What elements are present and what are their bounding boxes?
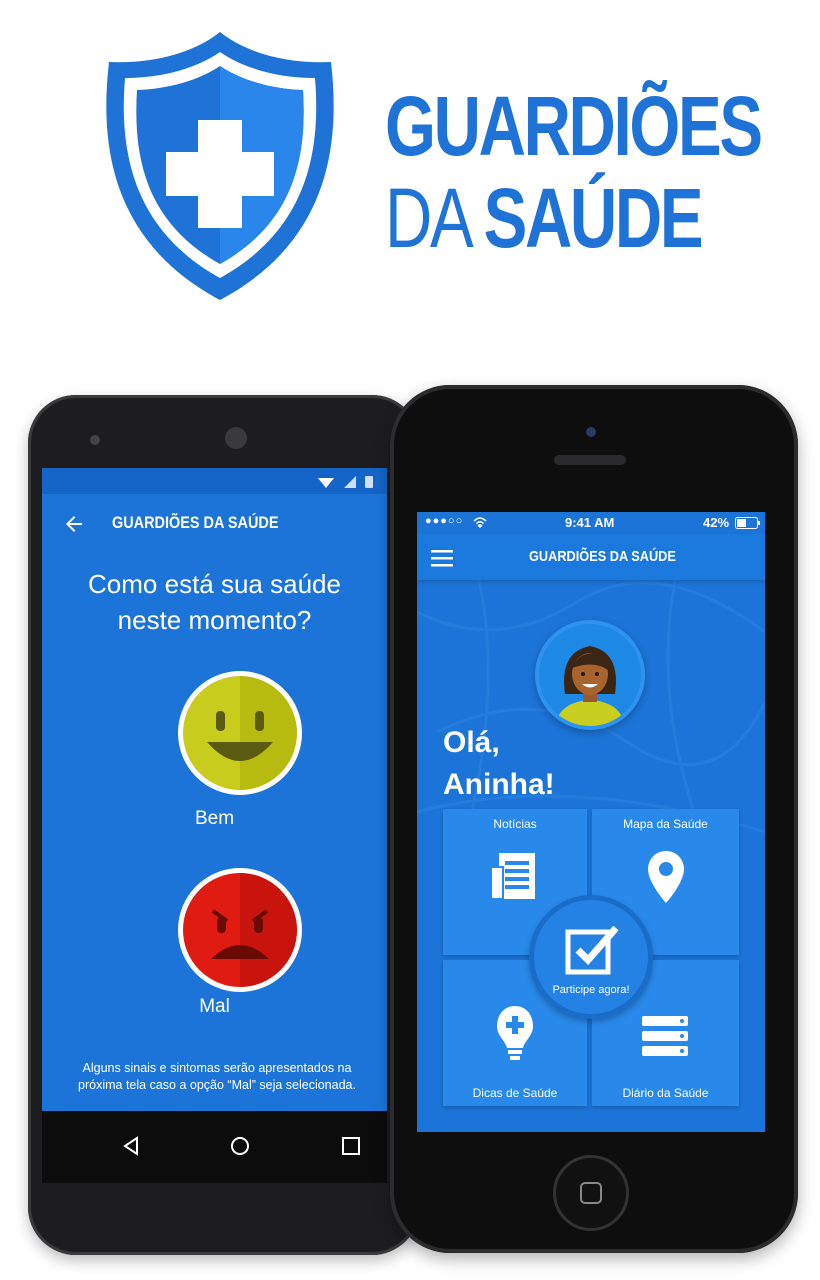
info-note: Alguns sinais e sintomas serão apresenta… [78, 1061, 356, 1092]
status-icons [318, 476, 373, 488]
speaker [225, 427, 247, 449]
wifi-icon [473, 517, 487, 528]
shield-logo-icon [95, 28, 345, 303]
checkbox-check-icon [565, 925, 619, 975]
status-bar [42, 468, 387, 494]
app-title: GUARDIÕES DA SAÚDE [529, 548, 676, 565]
app-bar: GUARDIÕES DA SAÚDE [42, 494, 387, 556]
option-label-good: Bem [194, 808, 235, 829]
map-pin-icon [648, 851, 684, 903]
participate-label: Participe agora! [552, 984, 630, 996]
status-bar: ●●●○○ 9:41 AM 42% [417, 512, 765, 534]
avatar[interactable] [535, 620, 645, 730]
option-label-bad: Mal [199, 996, 230, 1017]
database-icon [642, 1016, 688, 1056]
app-title: GUARDIÕES DA SAÚDE [112, 513, 279, 532]
back-triangle-icon[interactable] [120, 1135, 142, 1157]
participate-button[interactable]: Participe agora! [529, 895, 653, 1019]
health-question: Como está sua saúde neste momento? [88, 569, 341, 635]
earpiece [554, 455, 626, 465]
hamburger-icon[interactable] [431, 549, 453, 567]
home-square-icon [580, 1182, 602, 1204]
iphone-screen: ●●●○○ 9:41 AM 42% GUARDIÕES DA SAÚDE Olá… [417, 512, 765, 1132]
brand-line-1: GUARDIÕES [385, 79, 763, 173]
clock: 9:41 AM [565, 515, 615, 530]
front-camera [90, 435, 100, 445]
greeting: Olá, Aninha! [443, 726, 555, 801]
recents-square-icon[interactable] [340, 1135, 362, 1157]
smiley-sad-icon[interactable] [178, 868, 302, 992]
home-circle-icon[interactable] [229, 1135, 251, 1157]
lightbulb-plus-icon [497, 1006, 533, 1060]
front-camera [586, 427, 596, 437]
app-bar: GUARDIÕES DA SAÚDE [417, 534, 765, 580]
signal-dots: ●●●○○ [425, 515, 464, 527]
android-phone: GUARDIÕES DA SAÚDE Como está sua saúde n… [28, 395, 420, 1255]
iphone: ●●●○○ 9:41 AM 42% GUARDIÕES DA SAÚDE Olá… [390, 385, 798, 1253]
home-button[interactable] [553, 1155, 629, 1231]
android-screen: GUARDIÕES DA SAÚDE Como está sua saúde n… [42, 468, 387, 1183]
navigation-bar [42, 1111, 387, 1183]
smiley-happy-icon[interactable] [178, 671, 302, 795]
brand-line-2: DA SAÚDE [385, 171, 704, 265]
battery-icon [735, 517, 760, 529]
newspaper-icon [490, 853, 535, 900]
battery-percent: 42% [703, 515, 730, 530]
arrow-left-icon[interactable] [62, 512, 86, 536]
